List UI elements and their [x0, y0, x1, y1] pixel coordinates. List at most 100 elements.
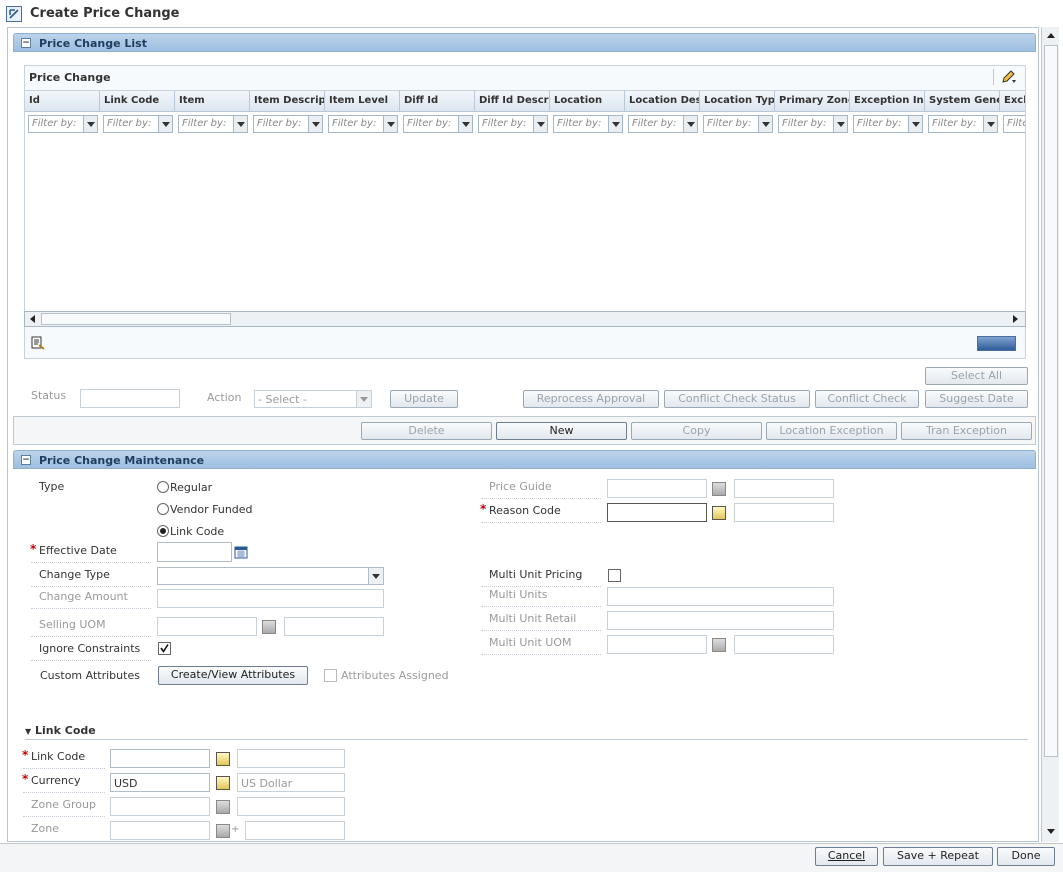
type-radio-link-code[interactable]: Link Code — [157, 525, 277, 539]
column-header[interactable]: Item — [175, 91, 250, 112]
chevron-down-icon[interactable] — [356, 391, 371, 407]
reason-code-field[interactable] — [607, 503, 707, 522]
column-header[interactable]: Diff Id — [400, 91, 475, 112]
chevron-down-icon[interactable] — [758, 116, 772, 132]
column-filter[interactable]: Filter by: — [103, 115, 173, 133]
add-icon[interactable]: + — [231, 824, 239, 835]
column-filter[interactable]: Filter by: — [253, 115, 323, 133]
column-header[interactable]: Location — [550, 91, 625, 112]
column-filter[interactable]: Filter by: — [328, 115, 398, 133]
copy-button[interactable]: Copy — [631, 422, 762, 440]
chevron-down-icon[interactable] — [383, 116, 397, 132]
column-header[interactable]: Item Descripti — [250, 91, 325, 112]
column-filter[interactable]: Filter by: — [178, 115, 248, 133]
tran-exception-button[interactable]: Tran Exception — [901, 422, 1032, 440]
price-guide-field[interactable] — [607, 479, 707, 498]
reprocess-approval-button[interactable]: Reprocess Approval — [523, 390, 659, 408]
status-field[interactable] — [80, 389, 180, 408]
column-filter[interactable]: Filter by: — [403, 115, 473, 133]
radio-icon[interactable] — [157, 503, 169, 515]
update-button[interactable]: Update — [390, 390, 458, 408]
effective-date-field[interactable] — [157, 542, 232, 562]
column-header[interactable]: Location Desc — [625, 91, 700, 112]
create-view-attributes-button[interactable]: Create/View Attributes — [158, 666, 308, 685]
ignore-constraints-checkbox[interactable] — [158, 642, 171, 655]
column-filter[interactable]: Filter by: — [628, 115, 698, 133]
chevron-down-icon[interactable] — [983, 116, 997, 132]
calendar-icon[interactable] — [234, 545, 248, 559]
lookup-icon[interactable] — [216, 776, 230, 790]
link-code-field[interactable] — [110, 749, 210, 768]
link-code-subsection-header[interactable]: ▼ Link Code — [25, 724, 96, 737]
lookup-icon[interactable] — [712, 506, 726, 520]
chevron-down-icon[interactable] — [533, 116, 547, 132]
lookup-icon[interactable] — [712, 482, 726, 496]
lookup-icon[interactable] — [712, 638, 726, 652]
column-filter[interactable]: Filter by: — [853, 115, 923, 133]
triangle-down-icon[interactable]: ▼ — [25, 727, 31, 736]
lookup-icon[interactable] — [216, 800, 230, 814]
chevron-down-icon[interactable] — [458, 116, 472, 132]
change-amount-field[interactable] — [157, 589, 384, 608]
scroll-thumb[interactable] — [1044, 45, 1058, 757]
column-header[interactable]: Id — [25, 91, 100, 112]
currency-field[interactable]: USD — [110, 773, 210, 792]
selling-uom-field[interactable] — [157, 617, 257, 636]
lookup-icon[interactable] — [216, 824, 230, 838]
multi-unit-uom-field[interactable] — [607, 635, 707, 654]
zone-field[interactable] — [110, 821, 210, 840]
scroll-up-icon[interactable] — [1044, 29, 1058, 43]
chevron-down-icon[interactable] — [608, 116, 622, 132]
column-header[interactable]: Item Level — [325, 91, 400, 112]
scroll-left-icon[interactable] — [26, 313, 40, 325]
conflict-check-button[interactable]: Conflict Check — [815, 390, 919, 408]
multi-unit-pricing-checkbox[interactable] — [608, 569, 621, 582]
scroll-down-icon[interactable] — [1044, 824, 1058, 838]
column-filter[interactable]: Filter by: — [28, 115, 98, 133]
scroll-thumb[interactable] — [41, 313, 231, 325]
chevron-down-icon[interactable] — [83, 116, 97, 132]
column-filter[interactable]: Filter by: — [553, 115, 623, 133]
conflict-check-status-button[interactable]: Conflict Check Status — [664, 390, 810, 408]
column-filter[interactable]: Filter by: — [778, 115, 848, 133]
chevron-down-icon[interactable] — [233, 116, 247, 132]
column-filter[interactable]: Filte — [1003, 115, 1025, 133]
column-header[interactable]: Location Type — [700, 91, 775, 112]
chevron-down-icon[interactable] — [308, 116, 322, 132]
vertical-scrollbar[interactable] — [1041, 27, 1059, 842]
export-icon[interactable] — [30, 335, 46, 351]
expand-arrow-icon[interactable] — [6, 6, 22, 22]
lookup-icon[interactable] — [216, 752, 230, 766]
new-button[interactable]: New — [496, 422, 627, 440]
location-exception-button[interactable]: Location Exception — [766, 422, 897, 440]
select-all-button[interactable]: Select All — [925, 367, 1028, 385]
chevron-down-icon[interactable] — [158, 116, 172, 132]
section-header-price-change-list[interactable]: − Price Change List — [13, 33, 1036, 52]
radio-selected-icon[interactable] — [157, 525, 169, 537]
collapse-icon[interactable]: − — [21, 455, 31, 465]
delete-button[interactable]: Delete — [361, 422, 492, 440]
type-radio-regular[interactable]: Regular — [157, 481, 277, 495]
column-header[interactable]: Diff Id Descrip — [475, 91, 550, 112]
change-type-select[interactable] — [157, 567, 384, 585]
column-filter[interactable]: Filter by: — [478, 115, 548, 133]
chevron-down-icon[interactable] — [368, 568, 383, 584]
column-filter[interactable]: Filter by: — [928, 115, 998, 133]
section-header-maintenance[interactable]: − Price Change Maintenance — [13, 450, 1036, 469]
edit-pencil-icon[interactable] — [1000, 69, 1018, 85]
scroll-right-icon[interactable] — [1008, 313, 1022, 325]
horizontal-scrollbar[interactable] — [24, 311, 1026, 327]
action-select[interactable]: - Select - — [254, 390, 372, 408]
done-button[interactable]: Done — [997, 847, 1055, 866]
multi-unit-retail-field[interactable] — [607, 611, 834, 630]
chevron-down-icon[interactable] — [833, 116, 847, 132]
column-filter[interactable]: Filter by: — [703, 115, 773, 133]
lookup-icon[interactable] — [262, 620, 276, 634]
multi-units-field[interactable] — [607, 587, 834, 606]
column-header[interactable]: Excl — [1000, 91, 1025, 112]
collapse-icon[interactable]: − — [21, 38, 31, 48]
cancel-button[interactable]: Cancel — [815, 847, 878, 866]
column-header[interactable]: Primary Zone — [775, 91, 850, 112]
chevron-down-icon[interactable] — [908, 116, 922, 132]
column-header[interactable]: System Gener — [925, 91, 1000, 112]
